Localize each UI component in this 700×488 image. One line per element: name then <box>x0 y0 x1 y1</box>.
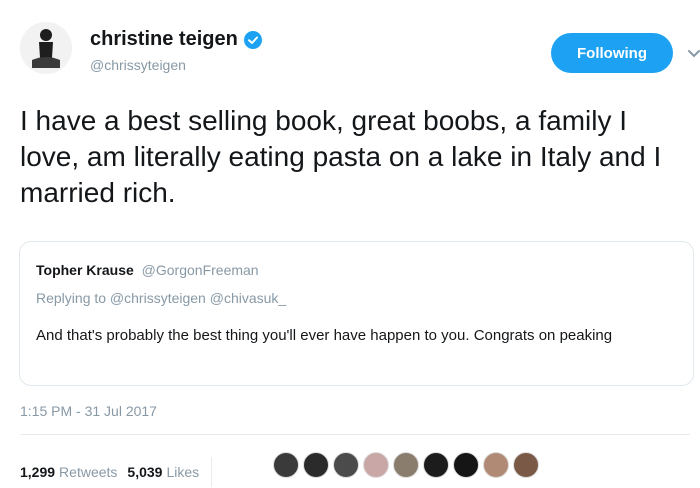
replying-to-line[interactable]: Replying to @chrissyteigen @chivasuk_ <box>36 290 286 306</box>
liker-avatar[interactable] <box>513 452 539 478</box>
likes-label[interactable]: Likes <box>166 464 199 480</box>
liker-avatars <box>273 452 543 478</box>
author-handle[interactable]: @chrissyteigen <box>90 57 262 73</box>
user-photo-icon <box>20 22 72 74</box>
liker-avatar[interactable] <box>393 452 419 478</box>
tweet-timestamp[interactable]: 1:15 PM - 31 Jul 2017 <box>20 403 157 419</box>
quoted-tweet-text: And that's probably the best thing you'l… <box>36 327 613 344</box>
chevron-down-icon[interactable] <box>686 45 700 61</box>
stats-divider <box>211 457 213 487</box>
quoted-author-handle[interactable]: @GorgonFreeman <box>142 262 259 278</box>
retweets-label[interactable]: Retweets <box>59 464 117 480</box>
liker-avatar[interactable] <box>273 452 299 478</box>
divider <box>20 434 690 435</box>
display-name[interactable]: christine teigen <box>90 28 262 51</box>
liker-avatar[interactable] <box>483 452 509 478</box>
quoted-tweet-card[interactable]: Topher Krause @GorgonFreeman Replying to… <box>19 241 694 386</box>
quoted-author-name[interactable]: Topher Krause <box>36 262 134 278</box>
retweets-count[interactable]: 1,299 <box>20 464 55 480</box>
avatar[interactable] <box>20 22 72 74</box>
verified-badge-icon <box>243 30 262 49</box>
tweet-header: christine teigen @chrissyteigen Followin… <box>20 12 700 92</box>
quoted-author: Topher Krause @GorgonFreeman <box>36 262 259 278</box>
following-button[interactable]: Following <box>551 33 673 73</box>
display-name-text[interactable]: christine teigen <box>90 28 238 51</box>
tweet-stats: 1,299 Retweets 5,039 Likes <box>20 457 222 487</box>
liker-avatar[interactable] <box>303 452 329 478</box>
tweet-text: I have a best selling book, great boobs,… <box>20 105 662 208</box>
liker-avatar[interactable] <box>423 452 449 478</box>
liker-avatar[interactable] <box>453 452 479 478</box>
liker-avatar[interactable] <box>363 452 389 478</box>
author-info: christine teigen @chrissyteigen <box>90 28 262 73</box>
likes-count[interactable]: 5,039 <box>127 464 162 480</box>
liker-avatar[interactable] <box>333 452 359 478</box>
